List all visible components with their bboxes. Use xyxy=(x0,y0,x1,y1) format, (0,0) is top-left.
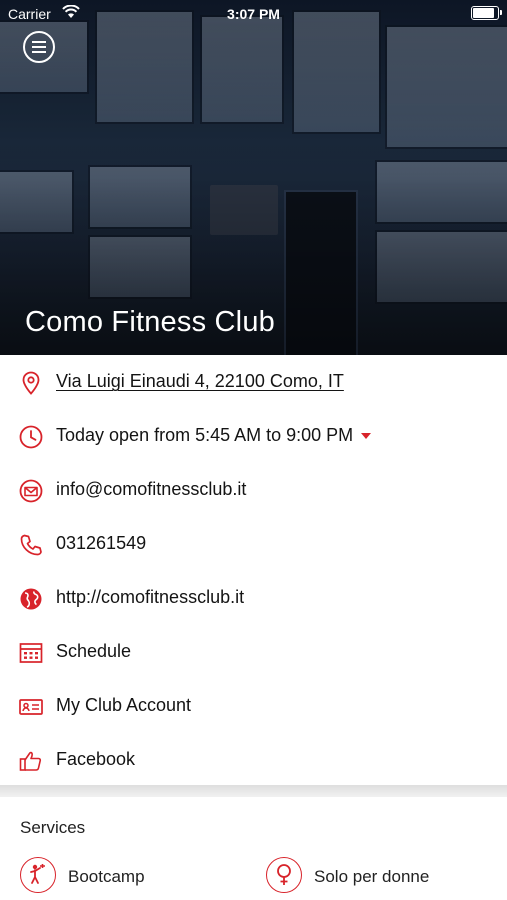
schedule-link[interactable]: Schedule xyxy=(56,641,131,662)
clock: 3:07 PM xyxy=(227,6,280,22)
account-row[interactable]: My Club Account xyxy=(0,679,507,733)
services-heading: Services xyxy=(20,818,86,837)
menu-button[interactable] xyxy=(23,31,55,63)
calendar-icon xyxy=(19,643,43,663)
hours-label: Today open from 5:45 AM to 9:00 PM xyxy=(56,425,354,445)
phone-icon xyxy=(20,534,42,556)
globe-icon xyxy=(20,588,42,610)
phone-link[interactable]: 031261549 xyxy=(56,533,146,554)
email-icon xyxy=(19,479,43,503)
email-link[interactable]: info@comofitnessclub.it xyxy=(56,479,246,500)
club-title: Como Fitness Club xyxy=(25,306,275,338)
schedule-row[interactable]: Schedule xyxy=(0,625,507,679)
address-link[interactable]: Via Luigi Einaudi 4, 22100 Como, IT xyxy=(56,371,344,392)
facebook-link[interactable]: Facebook xyxy=(56,749,135,770)
hours-dropdown-icon[interactable] xyxy=(361,433,372,440)
service-bootcamp[interactable]: Bootcamp xyxy=(20,857,220,897)
service-women-only[interactable]: Solo per donne xyxy=(266,857,496,897)
service-label: Bootcamp xyxy=(68,867,145,886)
phone-row[interactable]: 031261549 xyxy=(0,517,507,571)
facebook-row[interactable]: Facebook xyxy=(0,733,507,787)
email-row[interactable]: info@comofitnessclub.it xyxy=(0,463,507,517)
section-divider xyxy=(0,785,507,797)
service-label: Solo per donne xyxy=(314,867,430,886)
status-bar: Carrier 3:07 PM xyxy=(0,0,507,28)
female-icon xyxy=(266,857,302,893)
bootcamp-icon xyxy=(20,857,56,893)
hours-row[interactable]: Today open from 5:45 AM to 9:00 PM xyxy=(0,409,507,463)
battery-icon xyxy=(471,6,502,20)
member-card-icon xyxy=(19,699,43,715)
website-link[interactable]: http://comofitnessclub.it xyxy=(56,587,244,608)
account-link[interactable]: My Club Account xyxy=(56,695,191,716)
club-hero-image xyxy=(0,0,507,355)
location-pin-icon xyxy=(22,371,40,395)
address-row[interactable]: Via Luigi Einaudi 4, 22100 Como, IT xyxy=(0,355,507,409)
clock-icon xyxy=(19,425,43,449)
website-row[interactable]: http://comofitnessclub.it xyxy=(0,571,507,625)
hours-text: Today open from 5:45 AM to 9:00 PM xyxy=(56,425,372,446)
thumbs-up-icon xyxy=(19,751,42,771)
